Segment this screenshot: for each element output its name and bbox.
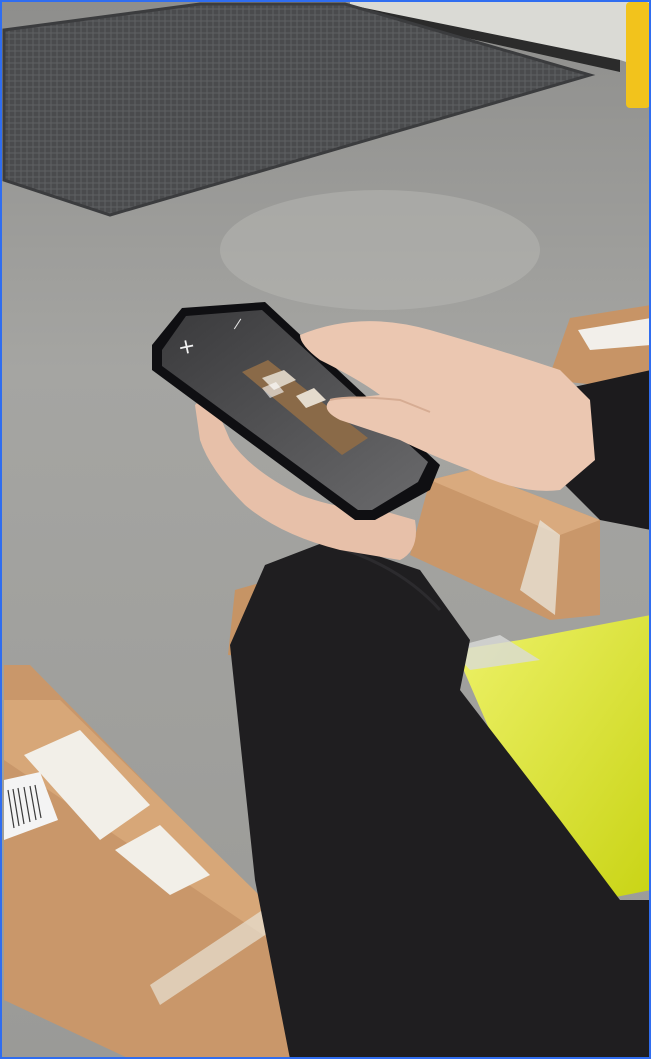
warehouse-photo: ✕ | bbox=[0, 0, 651, 1059]
yellow-bollard bbox=[626, 2, 650, 108]
photo-canvas bbox=[0, 0, 651, 1059]
floor-reflection bbox=[220, 190, 540, 310]
